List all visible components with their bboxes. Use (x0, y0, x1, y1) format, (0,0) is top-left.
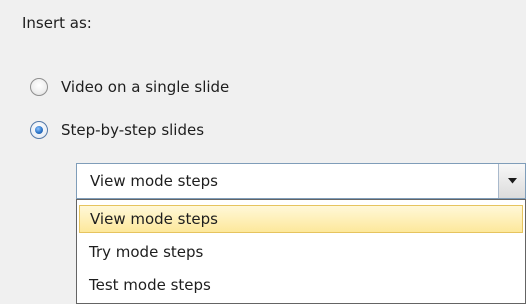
dropdown-item-view-mode[interactable]: View mode steps (79, 205, 523, 233)
radio-option-video-single-slide[interactable]: Video on a single slide (30, 75, 229, 99)
steps-mode-dropdown-list: View mode steps Try mode steps Test mode… (76, 199, 526, 304)
dropdown-item-try-mode[interactable]: Try mode steps (79, 238, 523, 266)
radio-label-video-single-slide: Video on a single slide (61, 78, 230, 96)
radio-button-selected[interactable] (30, 121, 48, 139)
steps-mode-select[interactable]: View mode steps (76, 163, 526, 199)
dropdown-arrow-button[interactable] (498, 164, 525, 198)
chevron-down-icon (507, 178, 517, 184)
insert-as-heading: Insert as: (22, 14, 92, 32)
radio-option-step-by-step[interactable]: Step-by-step slides (30, 118, 204, 142)
radio-label-step-by-step: Step-by-step slides (61, 121, 205, 139)
select-current-value: View mode steps (90, 172, 218, 190)
insert-options-panel: Insert as: Video on a single slide Step-… (0, 0, 526, 304)
dropdown-item-test-mode[interactable]: Test mode steps (79, 271, 523, 299)
radio-button-unselected[interactable] (30, 78, 48, 96)
